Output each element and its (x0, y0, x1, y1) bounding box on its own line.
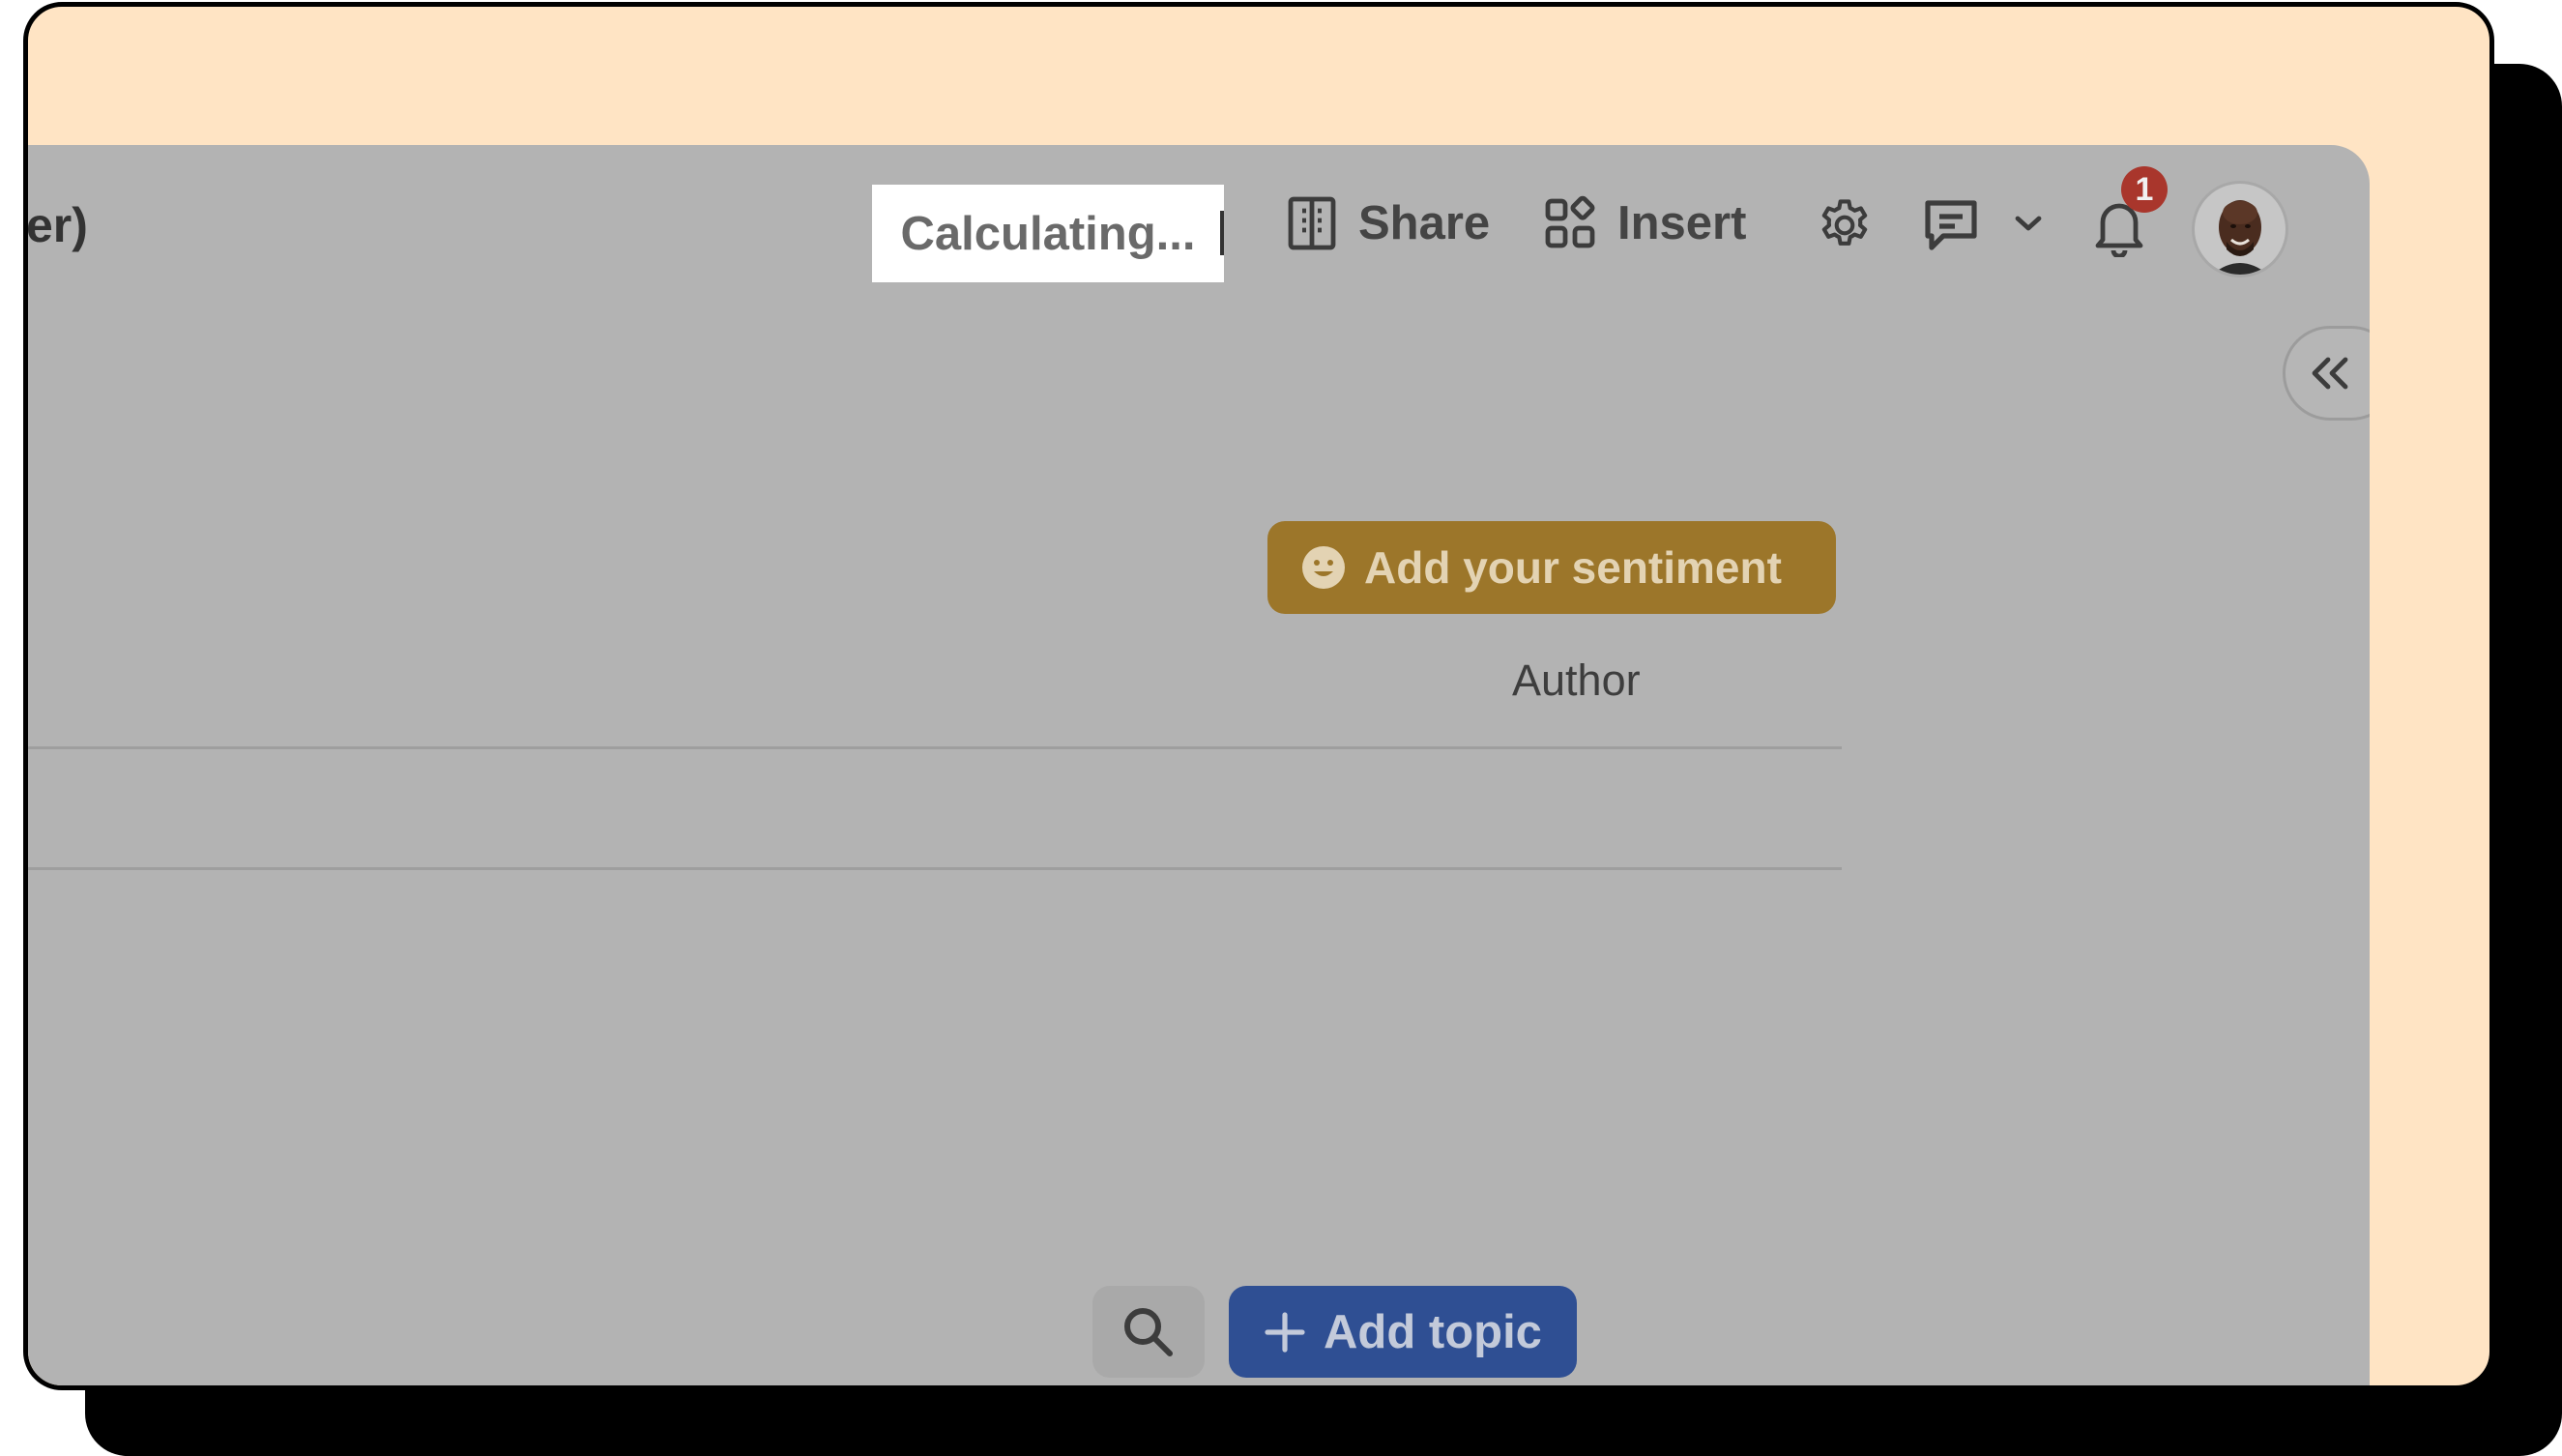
comment-icon[interactable] (1920, 195, 1982, 253)
share-label: Share (1358, 197, 1491, 249)
search-icon (1121, 1305, 1176, 1359)
notification-badge: 1 (2121, 166, 2168, 213)
collapse-panel-button[interactable] (2283, 326, 2370, 421)
window-frame: er) Calculating... Share Insert 1 Add yo… (23, 2, 2494, 1390)
gear-icon[interactable] (1815, 195, 1875, 255)
insert-button[interactable]: Insert (1542, 195, 1746, 251)
insert-grid-icon (1542, 195, 1598, 251)
calculating-status: Calculating... (872, 185, 1224, 282)
building-icon (1285, 195, 1339, 251)
add-topic-button[interactable]: Add topic (1229, 1286, 1577, 1378)
plus-icon (1264, 1311, 1306, 1354)
document-title[interactable]: er) (28, 197, 88, 253)
app-panel: er) Calculating... Share Insert 1 Add yo… (28, 145, 2370, 1385)
text-cursor (1220, 211, 1224, 255)
add-topic-label: Add topic (1324, 1305, 1542, 1358)
chevrons-left-icon (2309, 354, 2351, 393)
search-button[interactable] (1092, 1286, 1205, 1378)
column-header-author: Author (1512, 655, 1641, 705)
chevron-down-icon[interactable] (2014, 213, 2043, 234)
share-button[interactable]: Share (1285, 195, 1490, 251)
add-sentiment-button[interactable]: Add your sentiment (1267, 521, 1836, 614)
insert-label: Insert (1617, 197, 1747, 249)
table-row (28, 867, 1842, 870)
add-sentiment-label: Add your sentiment (1364, 542, 1782, 593)
table-divider (28, 746, 1842, 749)
smiley-icon (1300, 544, 1347, 591)
avatar[interactable] (2192, 181, 2288, 277)
